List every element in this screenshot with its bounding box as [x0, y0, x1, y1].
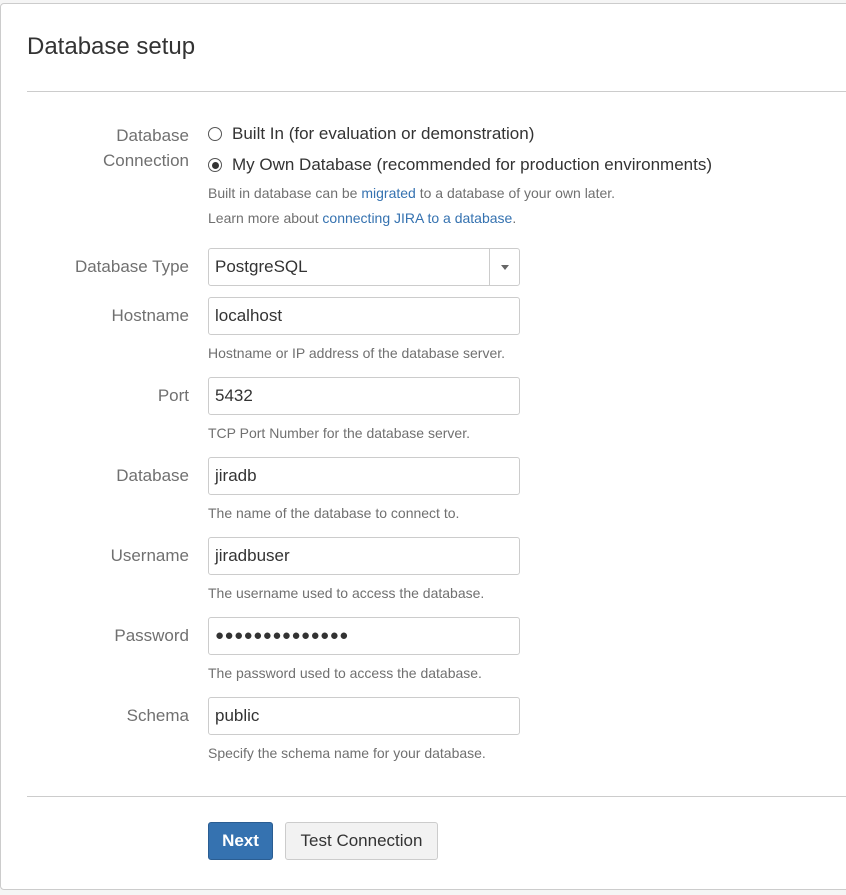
caret-down-icon: [500, 264, 509, 270]
port-label: Port: [157, 386, 189, 405]
port-input[interactable]: 5432: [208, 377, 520, 415]
test-connection-button[interactable]: Test Connection: [285, 822, 438, 860]
schema-label: Schema: [126, 706, 189, 725]
header-divider: [27, 91, 846, 92]
database-input[interactable]: jiradb: [208, 457, 520, 495]
username-label: Username: [110, 546, 189, 565]
radio-own-database[interactable]: My Own Database (recommended for product…: [208, 155, 712, 175]
next-button[interactable]: Next: [208, 822, 273, 860]
database-help: The name of the database to connect to.: [208, 505, 460, 521]
db-type-select[interactable]: PostgreSQL: [208, 248, 520, 286]
radio-own-database-control[interactable]: [208, 158, 222, 172]
password-help: The password used to access the database…: [208, 665, 482, 681]
connection-help-migrate: Built in database can be migrated to a d…: [208, 185, 616, 201]
schema-help: Specify the schema name for your databas…: [208, 745, 486, 761]
hostname-label: Hostname: [111, 306, 189, 325]
db-type-value: PostgreSQL: [215, 257, 308, 276]
radio-own-database-label[interactable]: My Own Database (recommended for product…: [232, 155, 712, 175]
radio-built-in-label[interactable]: Built In (for evaluation or demonstratio…: [232, 124, 534, 144]
radio-built-in-control[interactable]: [208, 127, 222, 141]
password-label: Password: [114, 626, 189, 645]
password-input[interactable]: ●●●●●●●●●●●●●●: [208, 617, 520, 655]
migrated-link[interactable]: migrated: [361, 185, 415, 201]
port-help: TCP Port Number for the database server.: [208, 425, 470, 441]
connection-label: Database Connection: [102, 126, 189, 170]
db-type-label: Database Type: [74, 257, 189, 276]
footer-divider: [27, 796, 846, 797]
username-input[interactable]: jiradbuser: [208, 537, 520, 575]
hostname-help: Hostname or IP address of the database s…: [208, 345, 506, 361]
username-help: The username used to access the database…: [208, 585, 485, 601]
page-title: Database setup: [27, 33, 196, 60]
db-type-dropdown-toggle[interactable]: [489, 249, 519, 285]
radio-built-in[interactable]: Built In (for evaluation or demonstratio…: [208, 124, 534, 144]
connecting-jira-link[interactable]: connecting JIRA to a database: [322, 210, 512, 226]
schema-input[interactable]: public: [208, 697, 520, 735]
connection-help-learn-more: Learn more about connecting JIRA to a da…: [208, 210, 517, 226]
database-label: Database: [116, 466, 189, 485]
database-setup-page: Database setup Database Connection Built…: [0, 0, 846, 895]
hostname-input[interactable]: localhost: [208, 297, 520, 335]
